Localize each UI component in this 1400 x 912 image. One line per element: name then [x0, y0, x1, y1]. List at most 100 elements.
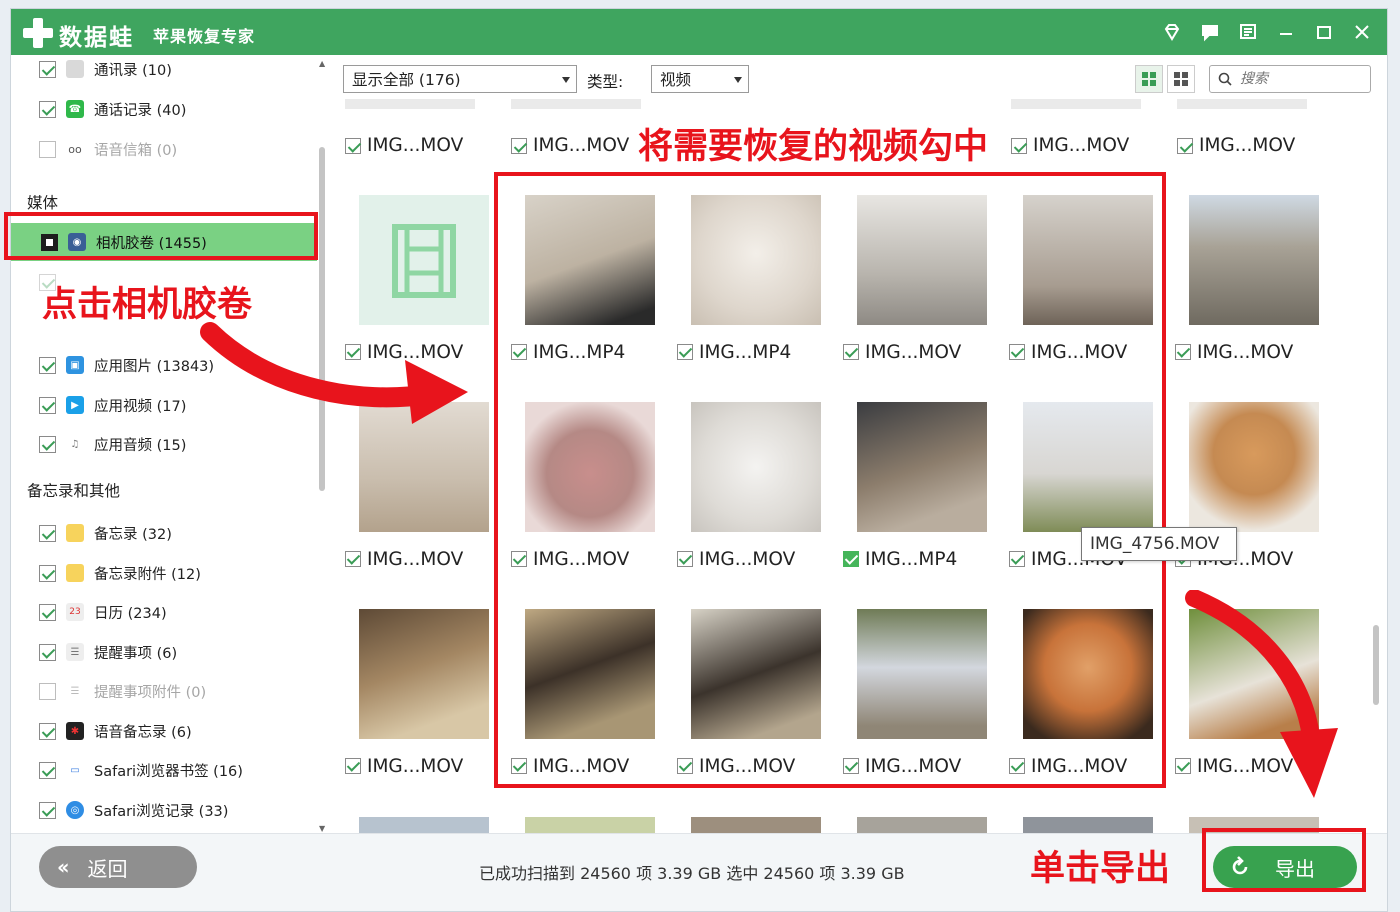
- sidebar-item-safari-history[interactable]: ◎ Safari浏览记录 (33): [39, 798, 228, 822]
- scrollbar-thumb[interactable]: [319, 147, 325, 491]
- sidebar-item-label: 通讯录 (10): [94, 62, 172, 79]
- checkbox[interactable]: [39, 140, 56, 158]
- maximize-icon[interactable]: [1313, 21, 1335, 43]
- list-view-button[interactable]: [1167, 65, 1195, 93]
- checkbox[interactable]: [39, 682, 56, 700]
- checkbox[interactable]: [39, 643, 56, 661]
- type-label: 类型:: [587, 73, 624, 91]
- checkbox[interactable]: [39, 396, 56, 414]
- thumbnail-partial: [691, 817, 821, 833]
- checkbox[interactable]: [39, 603, 56, 621]
- grid-view-button[interactable]: [1135, 65, 1163, 93]
- thumbnail-partial: [511, 99, 641, 109]
- sidebar-item-label: Safari浏览器书签 (16): [94, 763, 243, 780]
- sidebar-item-contacts[interactable]: 通讯录 (10): [39, 57, 172, 81]
- grid-item-label[interactable]: IMG...MOV: [345, 135, 463, 156]
- menu-icon[interactable]: [1237, 21, 1259, 43]
- file-name: IMG...MOV: [367, 548, 464, 570]
- sidebar-item-app-photos[interactable]: ▣ 应用图片 (13843): [39, 353, 214, 377]
- checkbox[interactable]: [345, 137, 361, 154]
- type-dropdown[interactable]: 视频: [651, 65, 749, 93]
- search-input[interactable]: [1240, 71, 1360, 87]
- sidebar-item-reminders[interactable]: ☰ 提醒事项 (6): [39, 640, 177, 664]
- checkbox[interactable]: [345, 551, 361, 567]
- checkbox[interactable]: [39, 564, 56, 582]
- close-icon[interactable]: [1351, 21, 1373, 43]
- grid-item-label[interactable]: IMG...MOV: [1011, 135, 1129, 156]
- scrollbar-thumb[interactable]: [1373, 625, 1379, 705]
- annotation-check-videos: 将需要恢复的视频勾中: [636, 118, 991, 169]
- scroll-down-icon[interactable]: ▼: [319, 824, 325, 833]
- sidebar-item-label: 语音备忘录 (6): [94, 724, 192, 741]
- grid-scrollbar[interactable]: [1371, 105, 1381, 833]
- sidebar-item-voice-memos[interactable]: ✱ 语音备忘录 (6): [39, 719, 192, 743]
- checkbox[interactable]: [39, 761, 56, 779]
- calendar-icon: 23: [66, 603, 84, 621]
- video-thumbnail-antelope: [359, 609, 489, 739]
- checkbox[interactable]: [39, 722, 56, 740]
- checkbox[interactable]: [1011, 137, 1027, 154]
- sidebar-scrollbar[interactable]: ▲ ▼: [317, 59, 327, 833]
- checkbox[interactable]: [39, 60, 56, 78]
- checkbox[interactable]: [39, 435, 56, 453]
- sidebar-item-calendar[interactable]: 23 日历 (234): [39, 600, 167, 624]
- title-bar: 数据蛙 苹果恢复专家: [11, 9, 1387, 55]
- sidebar-item-app-videos[interactable]: ▶ 应用视频 (17): [39, 393, 186, 417]
- sidebar-item-notes-attachments[interactable]: 备忘录附件 (12): [39, 561, 201, 585]
- annotation-arrow-down: [1185, 590, 1338, 798]
- chat-icon[interactable]: [1199, 21, 1221, 43]
- chevron-down-icon: [734, 77, 742, 83]
- grid-item[interactable]: IMG...MOV: [343, 609, 491, 805]
- voicemail-icon: oo: [68, 142, 82, 156]
- grid-item-label[interactable]: IMG...MOV: [1175, 341, 1294, 363]
- file-name: IMG...MOV: [1197, 341, 1294, 363]
- back-button[interactable]: ‹‹ 返回: [39, 846, 197, 888]
- annotation-box-camera-roll: [4, 212, 318, 260]
- checkbox[interactable]: [39, 100, 56, 118]
- grid-view-icon: [1142, 72, 1156, 86]
- thumbnail-partial: [1011, 99, 1141, 109]
- grid-item-label[interactable]: IMG...MOV: [345, 548, 464, 570]
- grid-item-label[interactable]: IMG...MOV: [345, 756, 463, 777]
- checkbox[interactable]: [39, 524, 56, 542]
- voice-memo-icon: ✱: [66, 722, 84, 740]
- thumbnail-partial: [345, 99, 475, 109]
- sidebar-item-safari-bookmarks[interactable]: ▭ Safari浏览器书签 (16): [39, 758, 243, 782]
- grid-item-label[interactable]: IMG...MOV: [1177, 135, 1295, 156]
- sidebar-item-label: 应用图片 (13843): [94, 358, 215, 375]
- checkbox[interactable]: [39, 356, 56, 374]
- sidebar-item-call-log[interactable]: ☎ 通话记录 (40): [39, 97, 186, 121]
- grid-item[interactable]: IMG...MOV: [1173, 195, 1321, 391]
- contacts-icon: [66, 60, 84, 78]
- diamond-icon[interactable]: [1161, 21, 1183, 43]
- filter-dropdown[interactable]: 显示全部 (176): [343, 65, 577, 93]
- minimize-icon[interactable]: [1275, 21, 1297, 43]
- notes-attachment-icon: [66, 564, 84, 582]
- sidebar-item-reminders-attachments[interactable]: ☰ 提醒事项附件 (0): [39, 679, 206, 703]
- search-box[interactable]: [1209, 65, 1371, 93]
- sidebar-item-voicemail[interactable]: oo 语音信箱 (0): [39, 137, 177, 161]
- file-name: IMG...MOV: [367, 135, 464, 156]
- annotation-box-video-selection: [494, 172, 1166, 788]
- checkbox[interactable]: [1175, 344, 1191, 360]
- list-view-icon: [1174, 72, 1188, 86]
- sidebar-item-label: 备忘录 (32): [94, 526, 172, 543]
- phone-icon: ☎: [66, 100, 84, 118]
- checkbox[interactable]: [39, 801, 56, 819]
- scan-status: 已成功扫描到 24560 项 3.39 GB 选中 24560 项 3.39 G…: [479, 864, 905, 883]
- file-name: IMG...MOV: [1033, 135, 1130, 156]
- checkbox[interactable]: [345, 758, 361, 774]
- checkbox[interactable]: [1177, 137, 1193, 154]
- thumbnail-partial: [525, 817, 655, 833]
- sidebar-item-label: 通话记录 (40): [94, 102, 187, 119]
- grid-item-label[interactable]: IMG...MOV: [511, 135, 629, 156]
- sidebar-item-notes[interactable]: 备忘录 (32): [39, 521, 172, 545]
- sidebar: 通讯录 (10) ☎ 通话记录 (40) oo 语音信箱 (0) 媒体 ◉ 相机…: [11, 55, 329, 833]
- app-video-icon: ▶: [66, 396, 84, 414]
- sidebar-item-app-audio[interactable]: ♫ 应用音频 (15): [39, 432, 186, 456]
- grid-item[interactable]: IMG...MOV: [1173, 402, 1321, 598]
- grid-item[interactable]: IMG...MOV: [343, 402, 491, 598]
- checkbox[interactable]: [511, 137, 527, 154]
- scroll-up-icon[interactable]: ▲: [319, 59, 325, 68]
- reminders-icon: ☰: [66, 643, 84, 661]
